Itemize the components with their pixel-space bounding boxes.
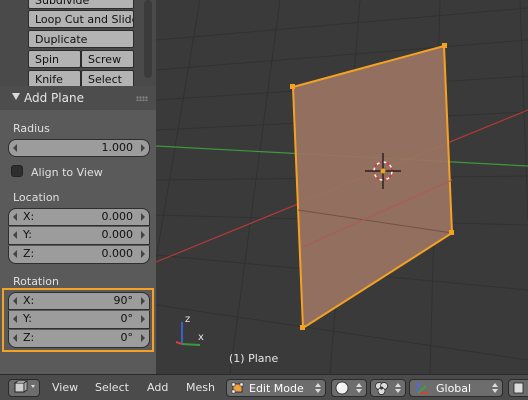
editor-type-icon	[13, 380, 35, 393]
operator-title: Add Plane	[24, 91, 84, 105]
gizmo-z-label: z	[185, 314, 190, 325]
transform-manipulator-icon	[417, 382, 428, 394]
radius-field[interactable]: 1.000	[8, 139, 150, 157]
3d-view-header: View Select Add Mesh Edit Mode Global	[0, 374, 528, 400]
mode-selector[interactable]: Edit Mode	[226, 379, 326, 397]
location-y-field[interactable]: Y: 0.000	[8, 227, 150, 245]
layers-button[interactable]	[508, 379, 528, 397]
object-info-label: (1) Plane	[229, 352, 279, 365]
screw-button[interactable]: Screw	[81, 50, 134, 68]
pivot-point-icon	[375, 382, 388, 395]
decrement-arrow-icon[interactable]	[13, 231, 17, 239]
radius-label: Radius	[13, 122, 50, 135]
align-to-view-label: Align to View	[31, 166, 103, 179]
rotation-highlight-box	[2, 288, 154, 352]
pivot-point-selector[interactable]	[370, 379, 406, 397]
add-menu[interactable]: Add	[147, 381, 168, 394]
radius-value: 1.000	[101, 141, 134, 154]
location-z-value: 0.000	[101, 247, 134, 260]
dropdown-arrows-icon	[492, 383, 498, 393]
layers-icon	[513, 382, 524, 394]
select-menu[interactable]: Select	[95, 381, 129, 394]
orientation-label: Global	[436, 382, 472, 395]
tool-shelf-scrollbar[interactable]	[144, 0, 152, 78]
tool-shelf: Subdivide Loop Cut and Slide Duplicate S…	[0, 0, 156, 374]
increment-arrow-icon[interactable]	[141, 231, 145, 239]
drag-grip-icon[interactable]	[136, 96, 148, 101]
mode-label: Edit Mode	[249, 382, 304, 395]
spin-button[interactable]: Spin	[28, 50, 81, 68]
dropdown-arrows-icon	[356, 383, 362, 393]
rotation-label: Rotation	[13, 275, 60, 288]
location-y-value: 0.000	[101, 228, 134, 241]
location-z-axis: Z:	[23, 247, 35, 260]
viewport-shading-selector[interactable]	[331, 379, 367, 397]
dropdown-arrows-icon	[395, 383, 401, 393]
gizmo-x-label: x	[198, 332, 204, 343]
solid-shading-icon	[335, 381, 349, 395]
increment-arrow-icon[interactable]	[141, 144, 145, 152]
mesh-menu[interactable]: Mesh	[186, 381, 215, 394]
edit-mode-icon	[231, 382, 244, 394]
operator-panel-header[interactable]: Add Plane	[0, 86, 156, 110]
editor-type-button[interactable]	[8, 379, 40, 397]
increment-arrow-icon[interactable]	[141, 213, 145, 221]
location-y-axis: Y:	[23, 228, 32, 241]
dropdown-arrows-icon	[315, 383, 321, 393]
decrement-arrow-icon[interactable]	[13, 213, 17, 221]
axis-gizmo-icon	[175, 322, 201, 346]
duplicate-button[interactable]: Duplicate	[28, 30, 134, 48]
increment-arrow-icon[interactable]	[141, 250, 145, 258]
collapse-triangle-icon[interactable]	[12, 93, 20, 100]
location-x-axis: X:	[23, 210, 35, 223]
location-label: Location	[13, 191, 60, 204]
plane-mesh	[291, 44, 454, 330]
decrement-arrow-icon[interactable]	[13, 250, 17, 258]
align-to-view-checkbox[interactable]	[11, 165, 23, 177]
loop-cut-button[interactable]: Loop Cut and Slide	[28, 10, 134, 28]
view-menu[interactable]: View	[52, 381, 78, 394]
transform-orientation-selector[interactable]: Global	[409, 379, 503, 397]
location-x-value: 0.000	[101, 210, 134, 223]
location-x-field[interactable]: X: 0.000	[8, 208, 150, 226]
subdivide-button[interactable]: Subdivide	[28, 0, 134, 9]
location-z-field[interactable]: Z: 0.000	[8, 246, 150, 264]
decrement-arrow-icon[interactable]	[13, 144, 17, 152]
